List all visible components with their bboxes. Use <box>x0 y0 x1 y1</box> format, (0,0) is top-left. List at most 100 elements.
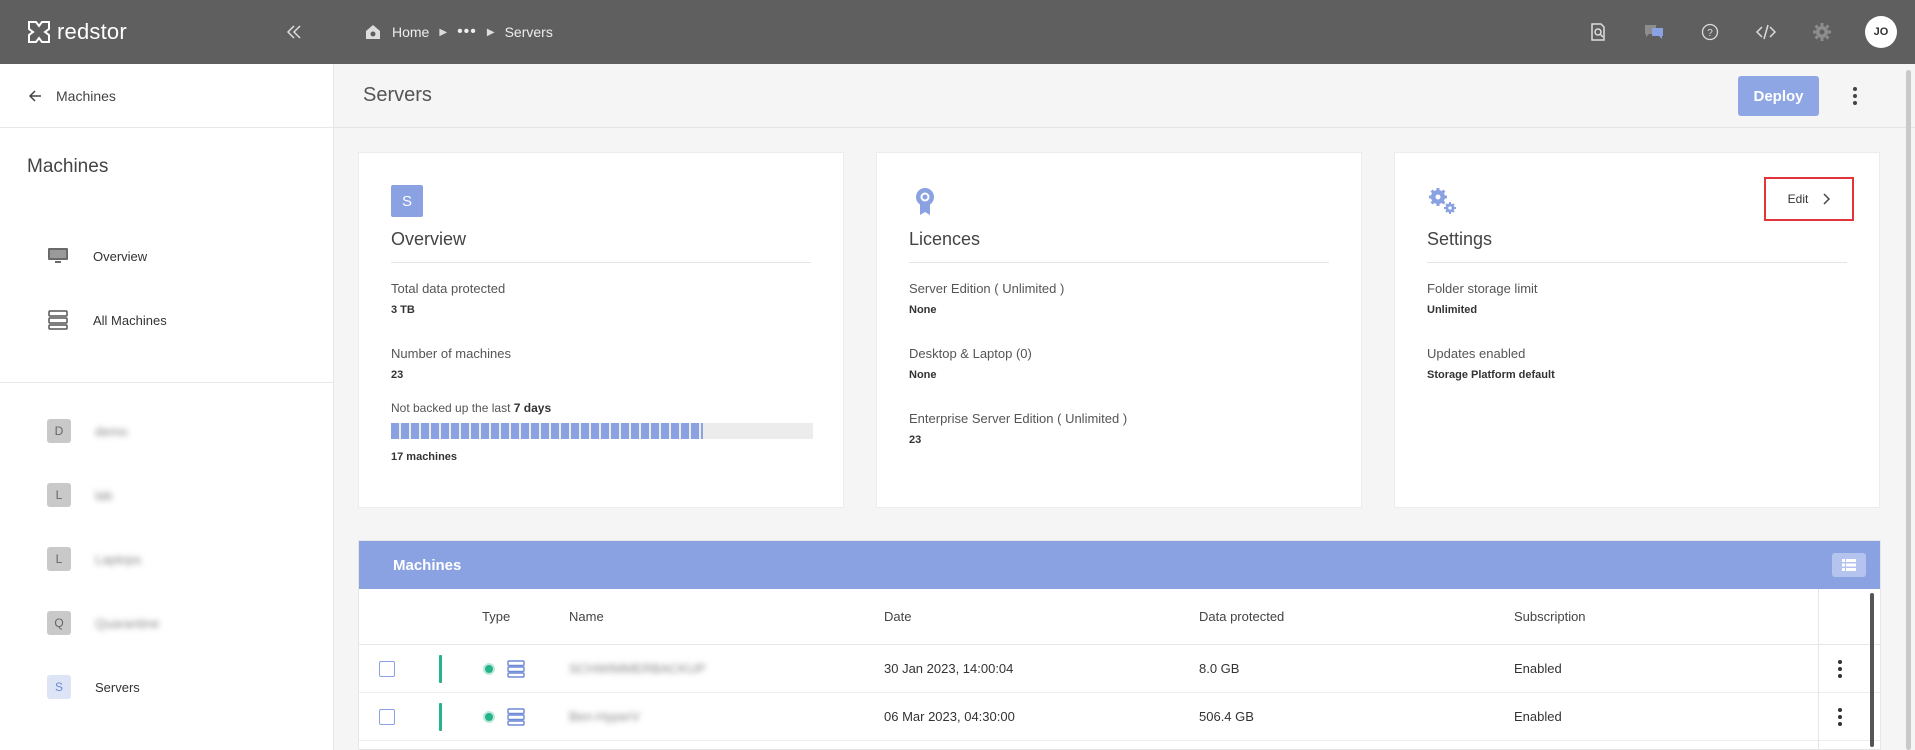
not-backed-up-count: 17 machines <box>391 451 458 463</box>
field-label: Server Edition ( Unlimited ) <box>909 281 1065 296</box>
developer-button[interactable] <box>1753 19 1779 45</box>
server-icon <box>507 659 525 678</box>
group-label: lab <box>95 487 113 503</box>
list-icon <box>1842 559 1856 571</box>
row-more-options-button[interactable] <box>1830 705 1850 729</box>
machines-table: Machines Type Name Date Data protected S… <box>358 540 1881 750</box>
licence-field: Enterprise Server Edition ( Unlimited ) … <box>909 411 1329 446</box>
field-value: 23 <box>909 434 922 446</box>
settings-button[interactable] <box>1809 19 1835 45</box>
top-bar: redstor Home ▶ ••• ▶ Servers ? JO <box>0 0 1915 64</box>
more-vertical-icon <box>1838 707 1842 726</box>
table-scrollbar[interactable] <box>1870 593 1874 747</box>
group-item-laptops[interactable]: L Laptops <box>0 527 333 591</box>
list-view-toggle[interactable] <box>1832 553 1866 577</box>
sidebar-item-all-machines[interactable]: All Machines <box>0 288 333 352</box>
table-row[interactable]: Ben-HyperV 06 Mar 2023, 04:30:00 506.4 G… <box>359 693 1880 741</box>
column-header-date[interactable]: Date <box>884 609 911 624</box>
machine-name[interactable]: Ben-HyperV <box>569 709 640 724</box>
machine-data-protected: 8.0 GB <box>1199 661 1240 676</box>
award-icon <box>909 185 941 217</box>
page-header: Servers Deploy <box>334 64 1915 128</box>
group-item-demo[interactable]: D demo <box>0 399 333 463</box>
group-list: D demo L lab L Laptops Q Quarantine S Se… <box>0 383 333 719</box>
server-stack-icon <box>47 309 69 331</box>
field-value: Unlimited <box>1427 304 1478 316</box>
chat-button[interactable] <box>1641 19 1667 45</box>
chevron-right-icon <box>1823 193 1831 205</box>
table-column-headers: Type Name Date Data protected Subscripti… <box>359 589 1880 645</box>
field-value: None <box>909 369 937 381</box>
search-document-button[interactable] <box>1585 19 1611 45</box>
group-badge: S <box>47 675 71 699</box>
page-more-options-button[interactable] <box>1843 84 1867 108</box>
sidebar-item-overview[interactable]: Overview <box>0 224 333 288</box>
licence-field: Server Edition ( Unlimited ) None <box>909 281 1329 316</box>
column-header-subscription[interactable]: Subscription <box>1514 609 1586 624</box>
svg-text:?: ? <box>1707 28 1713 39</box>
field-value: Storage Platform default <box>1427 369 1555 381</box>
chat-bubbles-icon <box>1645 25 1663 39</box>
group-item-servers[interactable]: S Servers <box>0 655 333 719</box>
breadcrumb-separator-icon: ▶ <box>439 26 448 38</box>
field-label: Total data protected <box>391 281 506 296</box>
field-value: 3 TB <box>391 304 415 316</box>
online-status-icon <box>483 662 495 675</box>
column-header-name[interactable]: Name <box>569 609 604 624</box>
field-label: Enterprise Server Edition ( Unlimited ) <box>909 411 1128 426</box>
row-checkbox[interactable] <box>379 708 395 725</box>
sidebar-item-label: Overview <box>93 248 148 264</box>
row-more-options-button[interactable] <box>1830 657 1850 681</box>
back-label: Machines <box>56 87 116 104</box>
user-avatar[interactable]: JO <box>1865 16 1897 48</box>
card-title: Licences <box>909 229 1329 263</box>
home-icon <box>366 25 380 39</box>
breadcrumb-home[interactable]: Home <box>392 24 429 40</box>
field-label: Desktop & Laptop (0) <box>909 346 1032 361</box>
main-content: Servers Deploy S Overview Total data pro… <box>334 64 1915 750</box>
column-header-type[interactable]: Type <box>482 609 510 624</box>
breadcrumb-ellipsis[interactable]: ••• <box>457 23 477 41</box>
back-to-machines-link[interactable]: Machines <box>0 64 333 128</box>
brand: redstor <box>0 0 334 64</box>
table-row[interactable]: SCHWIMMERBACKUP 30 Jan 2023, 14:00:04 8.… <box>359 645 1880 693</box>
breadcrumb-separator-icon: ▶ <box>486 26 495 38</box>
top-actions: ? JO <box>1585 0 1897 64</box>
field-value: 23 <box>391 369 404 381</box>
edit-label: Edit <box>1787 192 1809 206</box>
sidebar-item-label: All Machines <box>93 312 167 328</box>
total-data-field: Total data protected 3 TB <box>391 281 811 316</box>
double-chevron-left-icon <box>286 25 301 39</box>
brand-logo[interactable]: redstor <box>27 19 127 45</box>
server-icon <box>507 707 525 726</box>
settings-field: Updates enabled Storage Platform default <box>1427 346 1847 381</box>
status-indicator <box>439 654 442 683</box>
group-item-quarantine[interactable]: Q Quarantine <box>0 591 333 655</box>
group-badge: L <box>47 483 71 507</box>
deploy-button[interactable]: Deploy <box>1738 76 1819 116</box>
status-indicator <box>439 702 442 731</box>
machine-name[interactable]: SCHWIMMERBACKUP <box>569 661 706 676</box>
collapse-sidebar-button[interactable] <box>282 20 306 44</box>
progress-fill <box>391 423 704 439</box>
machine-date: 06 Mar 2023, 04:30:00 <box>884 709 1015 724</box>
page-scrollbar[interactable] <box>1906 70 1911 750</box>
sidebar: Machines Machines Overview All Machines … <box>0 64 334 750</box>
column-header-data-protected[interactable]: Data protected <box>1199 609 1284 624</box>
redstor-logo-icon <box>28 21 50 43</box>
not-backed-days: 7 days <box>513 401 552 415</box>
group-badge: L <box>47 547 71 571</box>
edit-settings-button[interactable]: Edit <box>1764 177 1854 221</box>
row-checkbox[interactable] <box>379 660 395 677</box>
not-backed-prefix: Not backed up the last <box>391 401 511 415</box>
more-vertical-icon <box>1853 87 1857 105</box>
help-icon: ? <box>1701 23 1719 41</box>
licences-card: Licences Server Edition ( Unlimited ) No… <box>876 152 1362 508</box>
actions-column-divider <box>1818 589 1819 750</box>
group-label: Laptops <box>95 551 142 567</box>
server-group-badge: S <box>391 185 423 217</box>
help-button[interactable]: ? <box>1697 19 1723 45</box>
group-item-lab[interactable]: L lab <box>0 463 333 527</box>
settings-card: Edit Settings Folder storage limit Unlim… <box>1394 152 1880 508</box>
online-status-icon <box>483 710 495 723</box>
